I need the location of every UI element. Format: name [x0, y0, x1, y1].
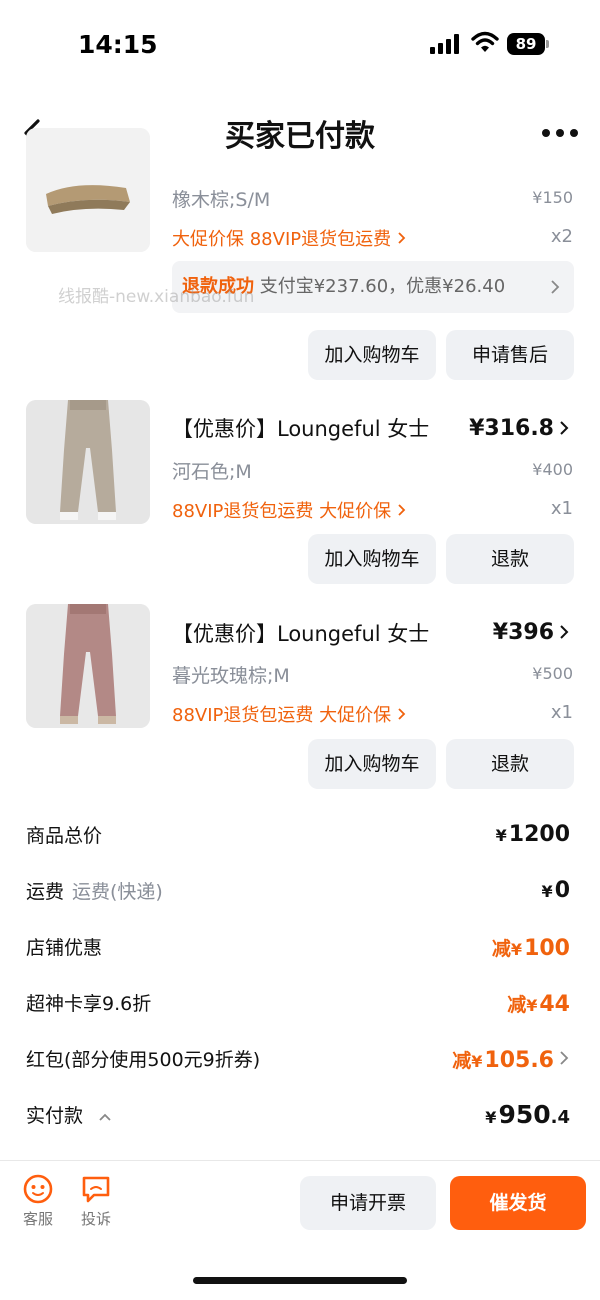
- item1-after-sale-button[interactable]: 申请售后: [446, 330, 574, 380]
- item2-tags-text: 88VIP退货包运费 大促价保: [172, 501, 392, 522]
- chevron-right-icon: [551, 280, 560, 294]
- store-discount-label: 店铺优惠: [26, 937, 103, 959]
- minus-prefix: 减: [507, 994, 527, 1016]
- card-discount-value: 减¥44: [507, 990, 570, 1017]
- product-thumbnail-pants-stone[interactable]: [26, 400, 150, 524]
- customer-service-icon: [23, 1174, 53, 1204]
- item1-tags-text: 大促价保 88VIP退货包运费: [172, 229, 392, 250]
- battery-icon: 89: [507, 33, 549, 55]
- shipping-amount: 0: [554, 878, 570, 903]
- red-packet-amount: 105.6: [484, 1048, 554, 1073]
- home-indicator: [193, 1277, 407, 1284]
- item1-spec: 橡木棕;S/M: [172, 189, 271, 211]
- currency-symbol: ¥: [526, 996, 538, 1015]
- paid-decimal: .4: [550, 1107, 570, 1128]
- item1-add-to-cart-button[interactable]: 加入购物车: [308, 330, 436, 380]
- pants-image: [26, 604, 150, 728]
- card-discount-label: 超神卡享9.6折: [26, 993, 152, 1015]
- watermark: 线报酷-new.xianbao.fun: [58, 287, 255, 307]
- chevron-right-icon[interactable]: [558, 1049, 570, 1067]
- chevron-right-icon: [398, 232, 406, 244]
- battery-tip: [546, 40, 549, 48]
- goods-total-label: 商品总价: [26, 825, 103, 847]
- item3-tags[interactable]: 88VIP退货包运费 大促价保: [172, 701, 407, 727]
- complaint-label: 投诉: [80, 1210, 111, 1228]
- minus-prefix: 减: [452, 1050, 472, 1072]
- store-discount-amount: 100: [524, 936, 570, 961]
- chevron-right-icon[interactable]: [558, 419, 570, 437]
- item3-tags-text: 88VIP退货包运费 大促价保: [172, 705, 392, 726]
- paid-amount: 950: [498, 1100, 551, 1129]
- customer-service-button[interactable]: 客服: [18, 1174, 58, 1229]
- currency-symbol: ¥: [510, 940, 523, 959]
- currency-symbol: ¥: [485, 1108, 497, 1127]
- item2-tags[interactable]: 88VIP退货包运费 大促价保: [172, 497, 407, 523]
- bottom-divider: [0, 1160, 600, 1161]
- shipping-method: 运费(快递): [72, 881, 163, 903]
- complaint-icon: [82, 1176, 110, 1203]
- item2-spec: 河石色;M: [172, 461, 252, 483]
- item2-qty: x1: [550, 498, 573, 519]
- item2-original-price: ¥400: [532, 460, 573, 479]
- customer-service-label: 客服: [22, 1210, 53, 1228]
- item3-name[interactable]: 【优惠价】Loungeful 女士: [172, 618, 429, 648]
- urge-shipping-button[interactable]: 催发货: [450, 1176, 586, 1230]
- request-invoice-button[interactable]: 申请开票: [300, 1176, 436, 1230]
- goods-total-amount: 1200: [508, 822, 570, 847]
- item2-name[interactable]: 【优惠价】Loungeful 女士: [172, 413, 429, 443]
- paid-label[interactable]: 实付款: [26, 1101, 113, 1128]
- store-discount-value: 减¥100: [492, 934, 570, 961]
- pants-image: [26, 400, 150, 524]
- minus-prefix: 减: [491, 938, 511, 960]
- goods-total-value: ¥1200: [496, 822, 570, 847]
- card-discount-amount: 44: [539, 992, 570, 1017]
- status-bar: 14:15 89: [0, 0, 600, 90]
- chevron-right-icon: [398, 708, 406, 720]
- paid-label-text: 实付款: [26, 1105, 84, 1127]
- chevron-up-icon: [99, 1113, 111, 1121]
- red-packet-label: 红包(部分使用500元9折券): [26, 1049, 261, 1071]
- item3-qty: x1: [550, 702, 573, 723]
- status-time: 14:15: [78, 30, 158, 59]
- currency-symbol: ¥: [471, 1052, 483, 1071]
- item1-original-price: ¥150: [532, 188, 573, 207]
- battery-level: 89: [507, 33, 545, 55]
- shipping-value: ¥0: [542, 878, 570, 903]
- item3-spec: 暮光玫瑰棕;M: [172, 665, 290, 687]
- shipping-label: 运费 运费(快递): [26, 877, 163, 904]
- item1-qty: x2: [550, 226, 573, 247]
- shipping-label-text: 运费: [26, 881, 65, 903]
- chevron-right-icon[interactable]: [558, 623, 570, 641]
- paid-value: ¥950.4: [485, 1100, 570, 1129]
- refund-detail: 支付宝¥237.60，优惠¥26.40: [259, 276, 506, 297]
- item2-refund-button[interactable]: 退款: [446, 534, 574, 584]
- item3-price: ¥396: [492, 620, 554, 645]
- item1-tags[interactable]: 大促价保 88VIP退货包运费: [172, 225, 407, 251]
- item3-add-to-cart-button[interactable]: 加入购物车: [308, 739, 436, 789]
- product-thumbnail-visor[interactable]: [26, 128, 150, 252]
- item2-price: ¥316.8: [469, 416, 554, 441]
- item3-original-price: ¥500: [532, 664, 573, 683]
- complaint-button[interactable]: 投诉: [76, 1174, 116, 1229]
- product-thumbnail-pants-rose[interactable]: [26, 604, 150, 728]
- item2-add-to-cart-button[interactable]: 加入购物车: [308, 534, 436, 584]
- currency-symbol: ¥: [541, 882, 553, 901]
- wifi-icon: [471, 31, 499, 52]
- visor-image: [26, 128, 150, 252]
- currency-symbol: ¥: [495, 826, 507, 845]
- more-options-icon[interactable]: [540, 123, 580, 143]
- signal-icon: [430, 34, 459, 54]
- item3-refund-button[interactable]: 退款: [446, 739, 574, 789]
- red-packet-value[interactable]: 减¥105.6: [452, 1046, 554, 1073]
- chevron-right-icon: [398, 504, 406, 516]
